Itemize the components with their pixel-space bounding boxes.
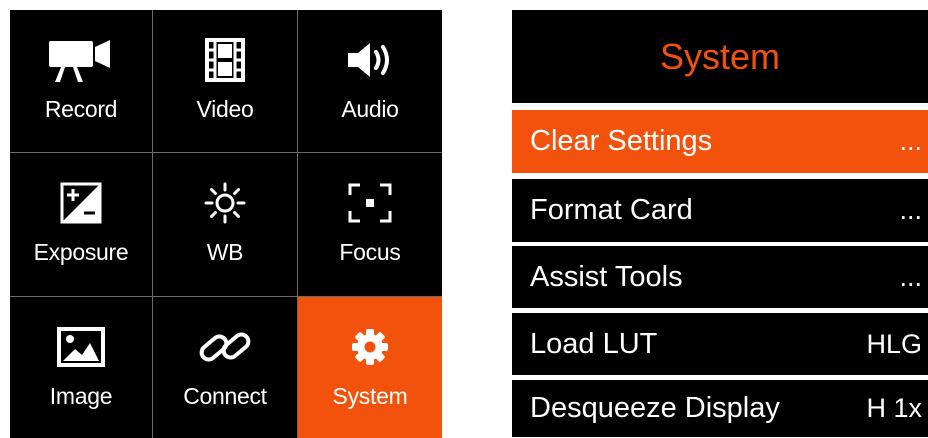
menu-item-connect[interactable]: Connect [153,297,298,438]
sun-icon [204,179,246,227]
film-icon [205,36,245,84]
menu-item-label: Exposure [33,239,129,265]
focus-frame-icon [348,179,392,227]
exposure-icon [60,179,102,227]
assist-tools-item[interactable]: Assist Tools ... [512,246,928,308]
menu-item-exposure[interactable]: Exposure [10,153,153,297]
menu-item-label: Audio [341,96,399,122]
menu-item-label: Image [49,383,113,409]
row-label: Clear Settings [530,125,713,157]
row-value: H 1x [866,393,922,423]
row-label: Assist Tools [530,260,683,293]
row-value: ... [899,126,922,156]
menu-item-label: WB [206,239,244,265]
speaker-icon [346,36,394,84]
load-lut-item[interactable]: Load LUT HLG [512,313,928,375]
menu-item-label: Focus [339,239,401,265]
video-camera-icon [46,36,116,84]
image-icon [57,323,105,371]
menu-item-system[interactable]: System [298,297,442,438]
menu-item-audio[interactable]: Audio [298,10,442,153]
desqueeze-display-item[interactable]: Desqueeze Display H 1x [512,380,928,437]
system-panel: System Clear Settings ... Format Card ..… [512,10,928,437]
row-label: Desqueeze Display [530,392,780,424]
menu-item-record[interactable]: Record [10,10,153,153]
row-label: Format Card [530,194,693,226]
clear-settings-item[interactable]: Clear Settings ... [512,110,928,173]
row-value: ... [899,195,922,225]
row-value: HLG [866,328,922,359]
link-icon [197,323,253,371]
menu-item-label: System [332,383,408,409]
menu-item-image[interactable]: Image [10,297,153,438]
menu-item-focus[interactable]: Focus [298,153,442,297]
menu-item-label: Connect [183,383,267,409]
menu-item-label: Video [196,96,254,122]
panel-title: System [512,10,928,103]
main-menu-grid: Record Video Audio Exposure WB Focus Ima… [10,10,442,438]
menu-item-video[interactable]: Video [153,10,298,153]
row-label: Load LUT [530,327,658,360]
menu-item-label: Record [44,96,118,122]
gear-icon [350,323,390,371]
menu-item-wb[interactable]: WB [153,153,298,297]
format-card-item[interactable]: Format Card ... [512,179,928,242]
row-value: ... [899,261,922,292]
